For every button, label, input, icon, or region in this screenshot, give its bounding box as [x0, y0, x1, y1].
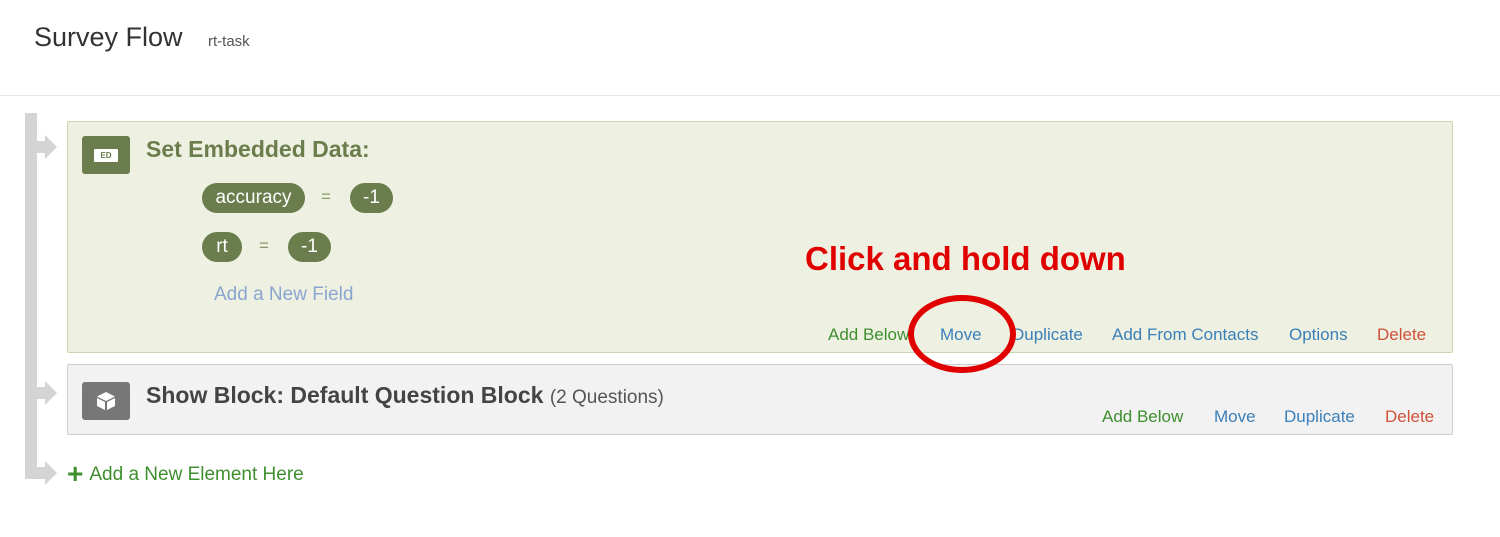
field-value-rt[interactable]: -1 [288, 232, 331, 262]
delete-button[interactable]: Delete [1377, 325, 1426, 345]
embedded-data-block[interactable]: ED Set Embedded Data: accuracy = -1 rt =… [67, 121, 1453, 353]
page-header: Survey Flow rt-task [0, 0, 1500, 96]
delete-button[interactable]: Delete [1385, 407, 1434, 427]
annotation-text: Click and hold down [805, 240, 1126, 277]
duplicate-button[interactable]: Duplicate [1012, 325, 1083, 345]
embedded-data-icon: ED [82, 136, 130, 174]
field-value-accuracy[interactable]: -1 [350, 183, 393, 213]
field-operator: = [259, 236, 269, 255]
field-operator: = [321, 187, 331, 206]
question-count: (2 Questions) [549, 387, 664, 408]
add-new-element-label: Add a New Element Here [89, 464, 304, 485]
flow-connector-line [25, 113, 37, 476]
cube-icon-graphic [97, 392, 115, 410]
show-block-title: Show Block: Default Question Block [146, 382, 544, 408]
field-name-rt[interactable]: rt [202, 232, 242, 262]
plus-icon: + [67, 458, 84, 489]
add-new-field-link[interactable]: Add a New Field [214, 284, 353, 306]
page-title: Survey Flow [34, 22, 183, 52]
add-from-contacts-button[interactable]: Add From Contacts [1112, 325, 1258, 345]
show-block-title-line: Show Block: Default Question Block (2 Qu… [146, 382, 664, 409]
embedded-data-badge-text: ED [94, 149, 118, 162]
duplicate-button[interactable]: Duplicate [1284, 407, 1355, 427]
survey-name: rt-task [208, 33, 250, 50]
add-below-button[interactable]: Add Below [828, 325, 909, 345]
move-button[interactable]: Move [940, 325, 982, 345]
flow-arrow-icon [25, 135, 57, 159]
flow-arrow-icon [25, 461, 57, 485]
flow-arrow-icon [25, 381, 57, 405]
embedded-data-title: Set Embedded Data: [146, 136, 370, 162]
show-block[interactable]: Show Block: Default Question Block (2 Qu… [67, 364, 1453, 435]
add-below-button[interactable]: Add Below [1102, 407, 1183, 427]
field-name-accuracy[interactable]: accuracy [202, 183, 305, 213]
add-new-element-link[interactable]: + Add a New Element Here [67, 458, 304, 490]
options-button[interactable]: Options [1289, 325, 1348, 345]
cube-icon [82, 382, 130, 420]
move-button[interactable]: Move [1214, 407, 1256, 427]
